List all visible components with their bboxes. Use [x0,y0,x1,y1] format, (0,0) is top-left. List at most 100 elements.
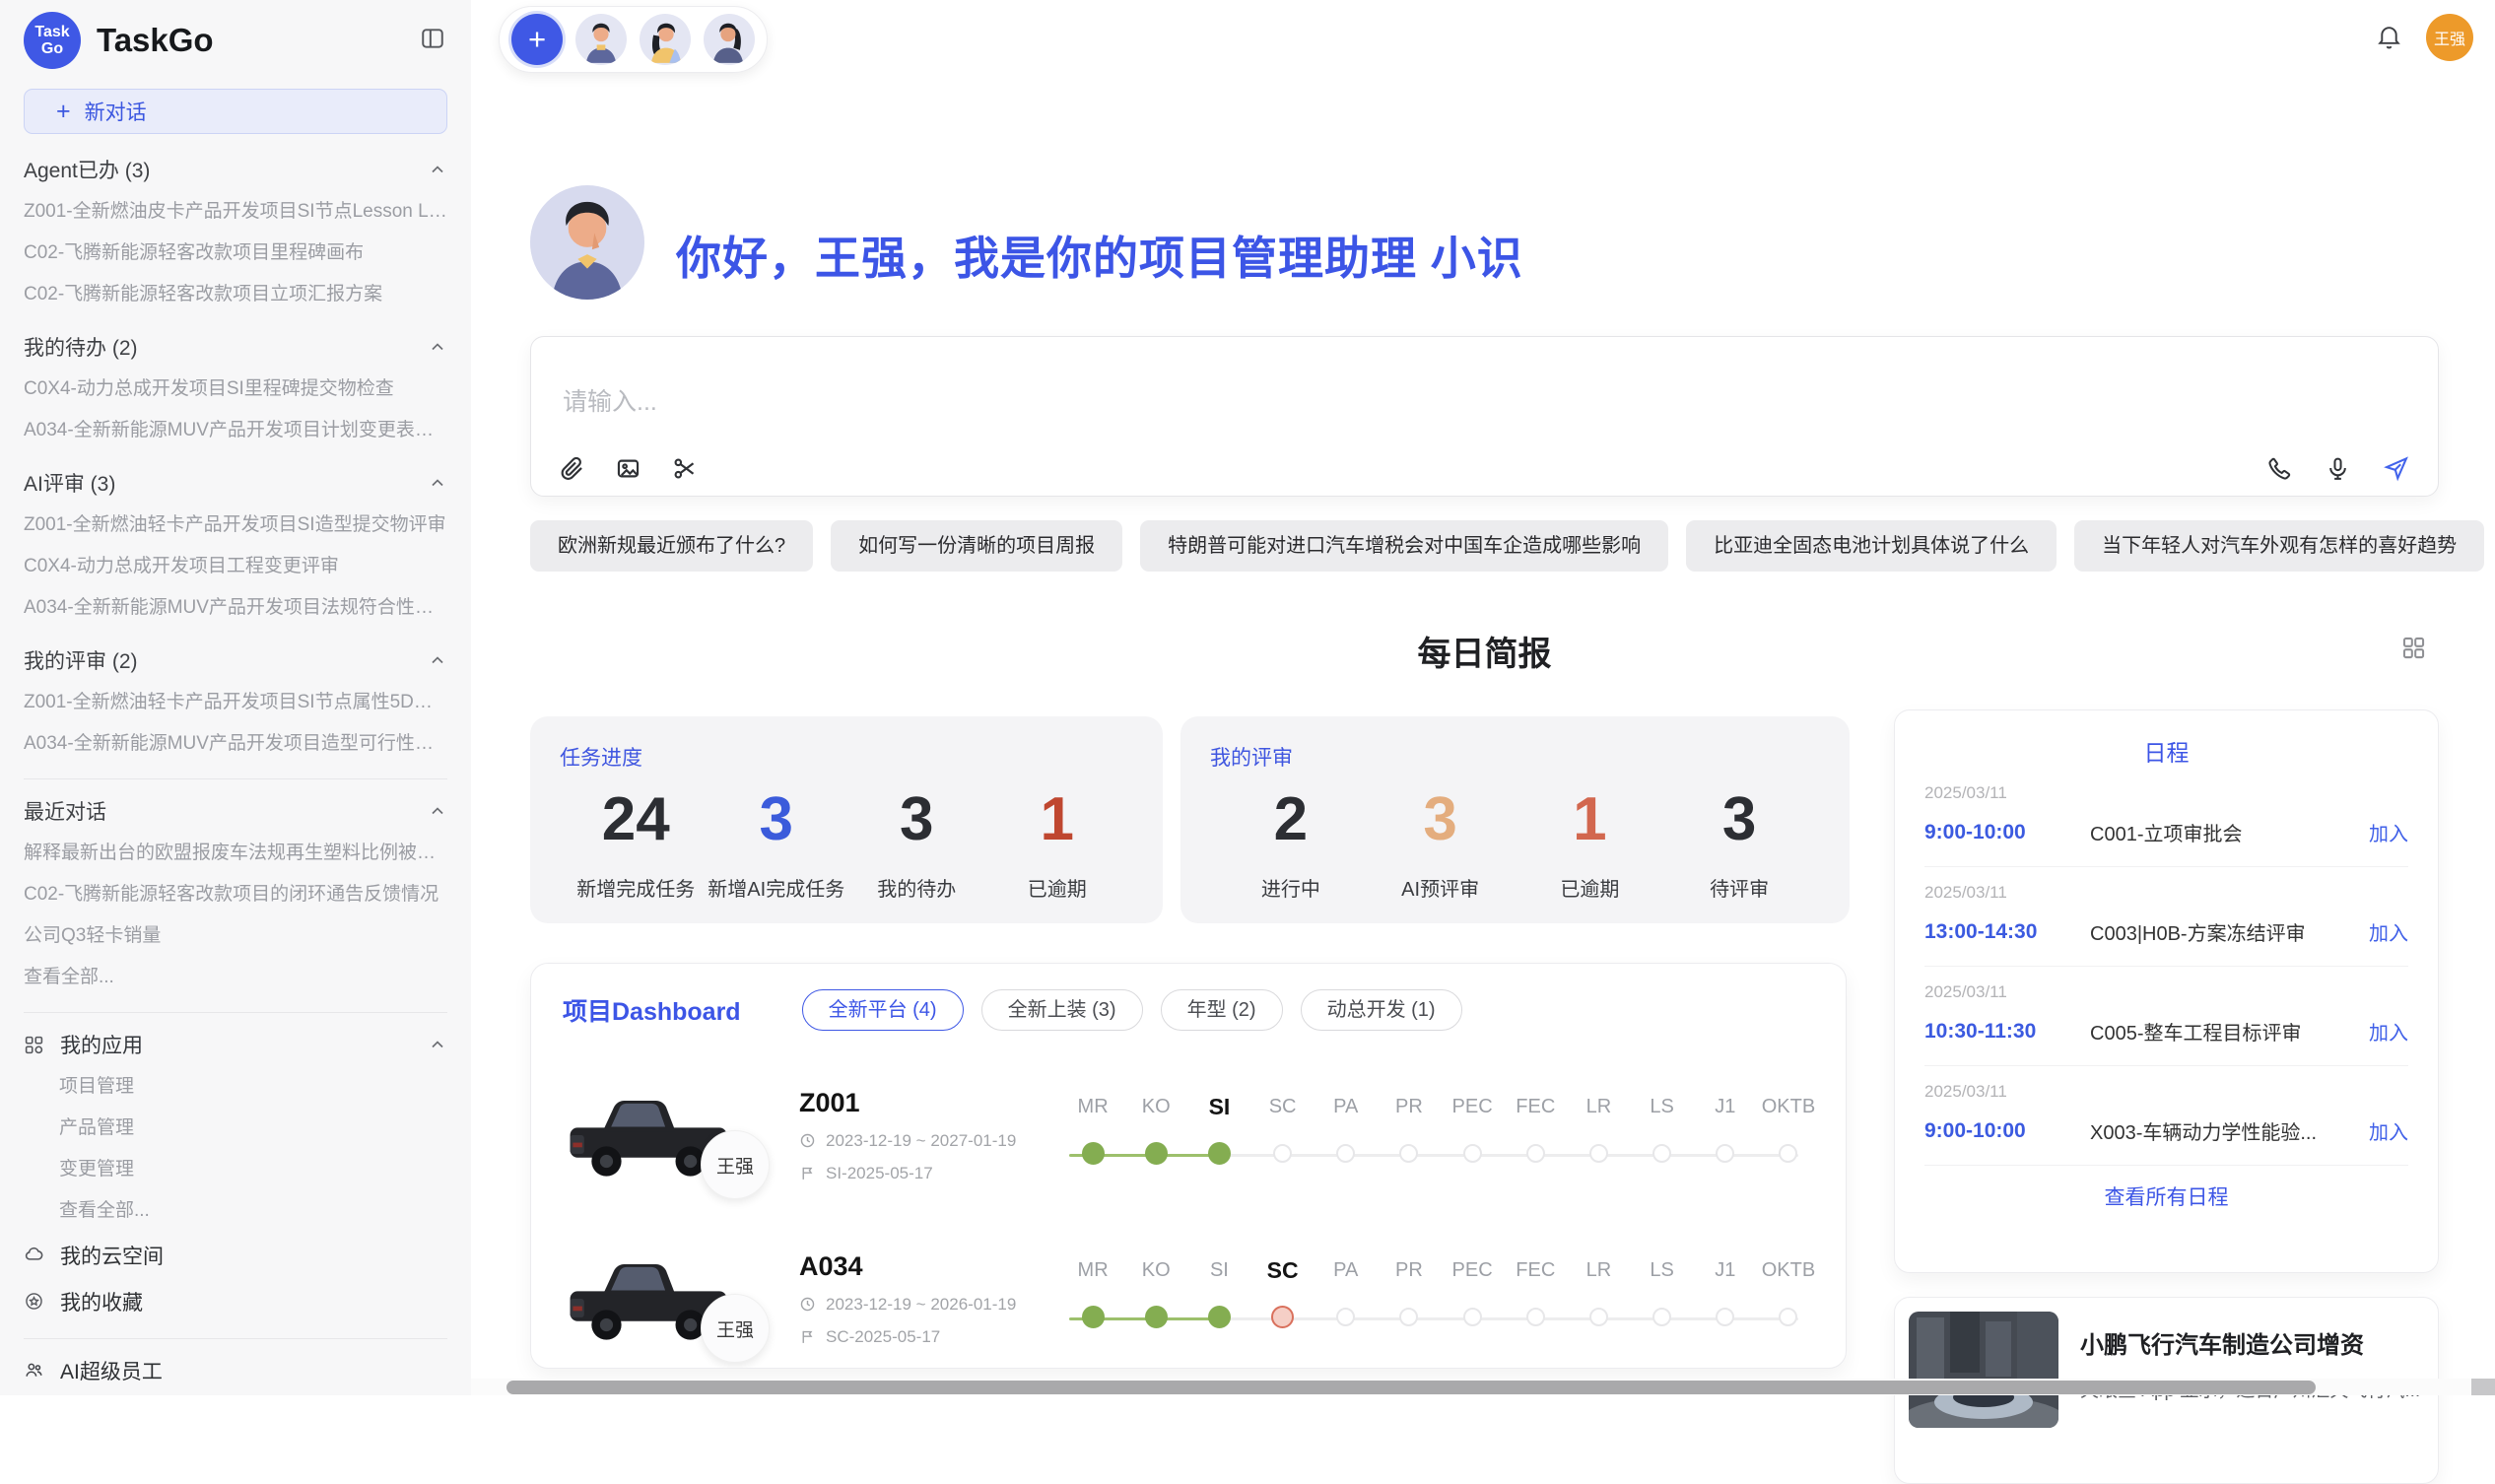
horizontal-scrollbar-thumb[interactable] [506,1381,2316,1394]
section-ai-review[interactable]: AI评审 (3) [24,461,447,505]
sidebar-item-cloud-space[interactable]: 我的云空间 [24,1232,447,1278]
section-my-todo[interactable]: 我的待办 (2) [24,325,447,369]
news-title: 小鹏飞行汽车制造公司增资 [2080,1325,2420,1360]
send-icon[interactable] [2383,454,2410,482]
chevron-up-icon [428,650,447,670]
assistant-greeting: 你好，王强，我是你的项目管理助理 小识 [676,223,1523,288]
sidebar-item[interactable]: Z001-全新燃油皮卡产品开发项目SI节点Lesson Learn报告 [24,191,447,233]
sidebar-item[interactable]: C0X4-动力总成开发项目SI里程碑提交物检查 [24,369,447,410]
sidebar-item-project-mgmt[interactable]: 项目管理 [24,1066,447,1108]
sidebar-item[interactable]: A034-全新新能源MUV产品开发项目造型可行性评审 [24,723,447,765]
join-meeting-link[interactable]: 加入 [2369,917,2408,946]
sidebar-item[interactable]: Z001-全新燃油轻卡产品开发项目SI造型提交物评审 [24,505,447,546]
section-recent-chats[interactable]: 最近对话 [24,789,447,833]
sidebar-item[interactable]: Z001-全新燃油轻卡产品开发项目SI节点属性5D文件评审 [24,682,447,723]
suggestion-chip[interactable]: 比亚迪全固态电池计划具体说了什么 [1686,520,2057,572]
sidebar-item[interactable]: C0X4-动力总成开发项目工程变更评审 [24,546,447,587]
milestone-dot-future [1589,1144,1608,1163]
chat-input[interactable] [561,380,2043,447]
sidebar-item-product-mgmt[interactable]: 产品管理 [24,1108,447,1149]
app-logo-text-top: Task [34,24,69,40]
collapse-sidebar-icon[interactable] [420,26,445,51]
sidebar-item[interactable]: C02-飞腾新能源轻客改款项目的闭环通告反馈情况 [24,874,447,915]
suggestion-chip[interactable]: 欧洲新规最近颁布了什么? [530,520,813,572]
milestone-dot-done [1145,1142,1168,1165]
user-avatar[interactable]: 王强 [2426,14,2473,61]
schedule-event: 2025/03/11 9:00-10:00 X003-车辆动力学性能验... 加… [1924,1066,2408,1166]
section-title: AI评审 (3) [24,468,115,498]
schedule-event: 2025/03/11 9:00-10:00 C001-立项审批会 加入 [1924,768,2408,867]
stat-new-completed-tasks: 24 新增完成任务 [566,787,707,902]
milestone-dot-done [1208,1306,1231,1328]
project-dashboard-title: 项目Dashboard [563,992,741,1028]
stat-new-ai-completed-tasks: 3 新增AI完成任务 [707,787,847,902]
microphone-icon[interactable] [2325,455,2351,482]
sidebar-item[interactable]: A034-全新新能源MUV产品开发项目计划变更表编写 [24,410,447,451]
milestone-dot-future [1336,1308,1355,1326]
layout-grid-icon[interactable] [2400,635,2427,661]
project-row-z001: 王强 Z001 2023-12-19 ~ 2027-01-19 SI-2025-… [565,1060,1820,1210]
suggestion-chip[interactable]: 特朗普可能对进口汽车增税会对中国车企造成哪些影响 [1140,520,1668,572]
milestone-dot-done [1145,1306,1168,1328]
sidebar-item[interactable]: C02-飞腾新能源轻客改款项目立项汇报方案 [24,274,447,315]
phone-icon[interactable] [2266,455,2293,482]
quick-access-bar: + [499,6,768,73]
notification-bell-icon[interactable] [2376,24,2402,50]
people-icon [24,1360,44,1381]
section-my-apps[interactable]: 我的应用 [24,1023,447,1066]
stat-pending-reviews: 3 待评审 [1664,787,1814,902]
section-agent-done[interactable]: Agent已办 (3) [24,148,447,191]
assistant-avatar-1[interactable] [575,14,627,65]
section-title: 最近对话 [24,796,106,826]
tab-new-upfit[interactable]: 全新上装 (3) [981,989,1143,1031]
assistant-avatar-3[interactable] [704,14,755,65]
plus-icon: + [56,98,71,126]
suggestion-chip[interactable]: 如何写一份清晰的项目周报 [831,520,1122,572]
star-badge-icon [24,1291,44,1312]
scissors-icon[interactable] [671,455,698,482]
attachment-icon[interactable] [559,455,585,482]
chevron-up-icon [428,801,447,821]
schedule-event: 2025/03/11 13:00-14:30 C003|H0B-方案冻结评审 加… [1924,867,2408,967]
milestone-dot-future [1526,1308,1545,1326]
sidebar-item-ai-super-staff[interactable]: AI超级员工 [24,1347,447,1393]
join-meeting-link[interactable]: 加入 [2369,1017,2408,1046]
project-date-range: 2023-12-19 ~ 2026-01-19 [799,1295,1047,1315]
cloud-icon [24,1245,44,1265]
section-title: Agent已办 (3) [24,155,150,184]
project-current-flag: SI-2025-05-17 [799,1164,1047,1183]
stat-my-todo: 3 我的待办 [846,787,987,902]
suggestion-chip[interactable]: 当下年轻人对汽车外观有怎样的喜好趋势 [2074,520,2484,572]
project-code: Z001 [799,1088,1047,1118]
join-meeting-link[interactable]: 加入 [2369,818,2408,846]
assistant-avatar-2[interactable] [640,14,691,65]
flag-icon [799,1165,816,1181]
tab-model-year[interactable]: 年型 (2) [1161,989,1283,1031]
milestone-dot-future [1273,1144,1292,1163]
chevron-up-icon [428,337,447,357]
sidebar-item-view-all-apps[interactable]: 查看全部... [24,1190,447,1232]
new-chat-button[interactable]: + 新对话 [24,89,447,134]
stat-ai-pre-reviews: 3 AI预评审 [1366,787,1516,902]
sidebar-item-favorites[interactable]: 我的收藏 [24,1278,447,1324]
sidebar-item[interactable]: 公司Q3轻卡销量 [24,915,447,957]
milestone-dot-future [1463,1308,1482,1326]
section-my-review[interactable]: 我的评审 (2) [24,639,447,682]
sidebar-item[interactable]: 解释最新出台的欧盟报废车法规再生塑料比例被调至15%... [24,833,447,874]
tab-new-platform[interactable]: 全新平台 (4) [802,989,964,1031]
tab-powertrain-dev[interactable]: 动总开发 (1) [1301,989,1462,1031]
sidebar-item-view-all-chats[interactable]: 查看全部... [24,957,447,998]
image-icon[interactable] [615,455,641,482]
milestone-dot-future [1336,1144,1355,1163]
sidebar: Task Go TaskGo + 新对话 Agent已办 (3) Z001-全新… [0,0,471,1395]
sidebar-item[interactable]: A034-全新新能源MUV产品开发项目法规符合性评审 [24,587,447,629]
sidebar-item-change-mgmt[interactable]: 变更管理 [24,1149,447,1190]
sidebar-item[interactable]: C02-飞腾新能源轻客改款项目里程碑画布 [24,233,447,274]
add-assistant-button[interactable]: + [511,14,563,65]
my-reviews-title: 我的评审 [1210,742,1820,772]
view-all-schedule-link[interactable]: 查看所有日程 [1924,1166,2408,1227]
stat-overdue-reviews: 1 已逾期 [1516,787,1665,902]
join-meeting-link[interactable]: 加入 [2369,1116,2408,1145]
milestone-dot-current [1208,1142,1231,1165]
task-progress-card: 任务进度 24 新增完成任务 3 新增AI完成任务 3 我的待办 1 已逾期 [530,716,1163,923]
